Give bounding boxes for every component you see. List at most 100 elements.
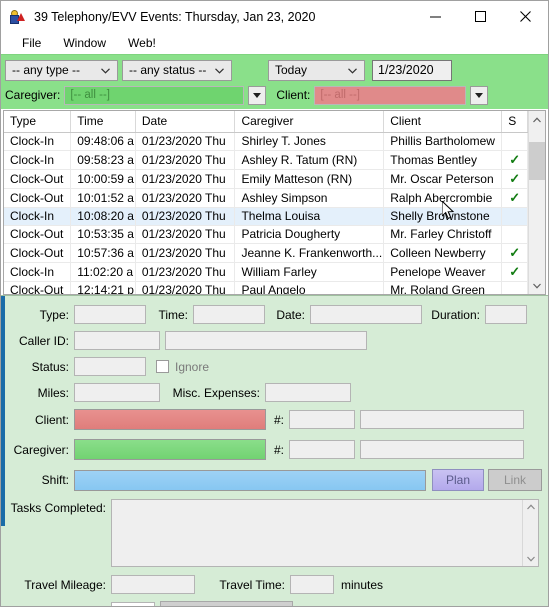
- travel-time-unit-label: minutes: [341, 577, 384, 592]
- caregiver-filter-label: Caregiver:: [5, 88, 61, 102]
- cell-caregiver: Shirley T. Jones: [234, 132, 385, 151]
- event-detail-panel: Type: Time: Date: Duration: Caller ID: S…: [1, 295, 548, 606]
- column-header-s[interactable]: S: [501, 111, 528, 133]
- date-field[interactable]: [310, 305, 422, 324]
- cell-client: Penelope Weaver: [383, 262, 503, 282]
- cell-status-check: [501, 225, 528, 244]
- cell-time: 11:02:20 a: [70, 262, 136, 282]
- menu-item-window[interactable]: Window: [52, 34, 117, 52]
- maximize-button[interactable]: [458, 1, 503, 32]
- cell-status-check: [501, 132, 528, 151]
- shift-field[interactable]: [74, 469, 426, 491]
- table-header-row: Type Time Date Caregiver Client S: [4, 111, 528, 133]
- menu-item-file[interactable]: File: [11, 34, 52, 52]
- column-header-client[interactable]: Client: [383, 111, 503, 133]
- panel-accent-edge: [1, 296, 5, 526]
- caregiver-field[interactable]: [74, 439, 266, 460]
- travel-time-field[interactable]: [290, 575, 334, 594]
- status-filter-combo[interactable]: -- any status --: [122, 59, 232, 81]
- voice-message-field[interactable]: [111, 601, 155, 606]
- caller-id-row: Caller ID:: [1, 331, 548, 350]
- cell-status-check: ✓: [501, 150, 528, 170]
- caller-id-field[interactable]: [74, 331, 160, 350]
- title-bar: 39 Telephony/EVV Events: Thursday, Jan 2…: [1, 1, 548, 32]
- cell-status-check: ✓: [501, 262, 528, 282]
- miles-field[interactable]: [74, 383, 160, 402]
- status-filter-value: -- any status --: [129, 63, 207, 77]
- caregiver-filter-dropdown-button[interactable]: [248, 85, 267, 105]
- date-range-combo[interactable]: Today: [268, 59, 365, 81]
- misc-expenses-field[interactable]: [265, 383, 351, 402]
- caregiver-filter-input[interactable]: [-- all --]: [64, 85, 245, 105]
- status-field[interactable]: [74, 357, 146, 376]
- tasks-scrollbar[interactable]: [522, 500, 538, 566]
- table-row[interactable]: Clock-In 09:48:06 a 01/23/2020 Thu Shirley …: [4, 132, 528, 151]
- misc-expenses-label: Misc. Expenses:: [172, 385, 260, 400]
- caregiver-number-field[interactable]: [289, 440, 355, 459]
- telephony-evv-events-window: 39 Telephony/EVV Events: Thursday, Jan 2…: [0, 0, 549, 607]
- type-label: Type:: [39, 307, 69, 322]
- shift-label: Shift:: [41, 473, 69, 487]
- cell-status-check: [501, 207, 528, 226]
- table-row[interactable]: Clock-In 10:08:20 a 01/23/2020 Thu Thelma L…: [4, 207, 528, 226]
- caregiver-number-label: #:: [273, 442, 284, 457]
- grid-vertical-scrollbar[interactable]: [528, 111, 545, 294]
- caregiver-label: Caregiver:: [13, 442, 69, 457]
- scroll-up-arrow-icon[interactable]: [526, 502, 535, 512]
- plan-button[interactable]: Plan: [432, 469, 484, 491]
- client-filter-dropdown-button[interactable]: [470, 85, 489, 105]
- minimize-button[interactable]: [413, 1, 458, 32]
- travel-time-label: Travel Time:: [219, 577, 285, 592]
- client-field[interactable]: [74, 409, 266, 430]
- travel-mileage-field[interactable]: [111, 575, 195, 594]
- caregiver-extra-field[interactable]: [360, 440, 524, 459]
- table-row[interactable]: Clock-Out 10:00:59 a 01/23/2020 Thu Emily M…: [4, 169, 528, 189]
- table-row[interactable]: Clock-Out 12:14:21 p 01/23/2020 Thu Paul An…: [4, 281, 528, 294]
- table-row[interactable]: Clock-Out 10:57:36 a 01/23/2020 Thu Jeanne …: [4, 243, 528, 263]
- scroll-down-arrow-icon[interactable]: [529, 277, 545, 294]
- table-row[interactable]: Clock-In 11:02:20 a 01/23/2020 Thu William …: [4, 262, 528, 282]
- duration-field[interactable]: [485, 305, 527, 324]
- time-field[interactable]: [193, 305, 265, 324]
- menu-item-web[interactable]: Web!: [117, 34, 167, 52]
- client-filter-input[interactable]: [-- all --]: [314, 85, 467, 105]
- column-header-time[interactable]: Time: [70, 111, 136, 133]
- caller-name-field[interactable]: [165, 331, 367, 350]
- close-button[interactable]: [503, 1, 548, 32]
- type-field[interactable]: [74, 305, 146, 324]
- listen-voicemessage-button[interactable]: Listen to Voicemessage: [160, 601, 293, 606]
- table-row[interactable]: Clock-Out 10:01:52 a 01/23/2020 Thu Ashley …: [4, 188, 528, 208]
- client-extra-field[interactable]: [360, 410, 524, 429]
- cell-time: 10:01:52 a: [70, 188, 136, 208]
- tasks-completed-field[interactable]: [111, 499, 539, 567]
- date-input[interactable]: 1/23/2020: [372, 59, 452, 81]
- column-header-caregiver[interactable]: Caregiver: [234, 111, 385, 133]
- type-filter-combo[interactable]: -- any type --: [5, 59, 118, 81]
- status-label: Status:: [31, 359, 69, 374]
- cell-caregiver: Ashley R. Tatum (RN): [234, 150, 385, 170]
- filter-toolbar: -- any type -- -- any status -- Today 1/…: [1, 54, 548, 109]
- ignore-checkbox[interactable]: [156, 360, 169, 373]
- table-row[interactable]: Clock-Out 10:53:35 a 01/23/2020 Thu Patrici…: [4, 225, 528, 244]
- miles-row: Miles: Misc. Expenses:: [1, 383, 548, 402]
- cell-type: Clock-Out: [4, 169, 72, 189]
- scrollbar-track[interactable]: [529, 128, 545, 277]
- tasks-completed-text: [112, 500, 522, 566]
- chevron-down-icon: [101, 63, 110, 77]
- table-row[interactable]: Clock-In 09:58:23 a 01/23/2020 Thu Ashley R…: [4, 150, 528, 170]
- app-icon: [10, 9, 26, 25]
- cell-date: 01/23/2020 Thu: [135, 132, 236, 151]
- client-number-field[interactable]: [289, 410, 355, 429]
- link-button[interactable]: Link: [488, 469, 542, 491]
- cell-time: 10:53:35 a: [70, 225, 136, 244]
- scroll-up-arrow-icon[interactable]: [529, 111, 545, 128]
- scrollbar-thumb[interactable]: [529, 142, 545, 180]
- cell-date: 01/23/2020 Thu: [135, 281, 236, 294]
- column-header-type[interactable]: Type: [4, 111, 72, 133]
- cell-client: Phillis Bartholomew: [383, 132, 503, 151]
- cell-time: 09:48:06 a: [70, 132, 136, 151]
- column-header-date[interactable]: Date: [135, 111, 236, 133]
- events-grid: Type Time Date Caregiver Client S Clock-…: [3, 110, 546, 295]
- tasks-completed-label: Tasks Completed:: [10, 501, 106, 515]
- scroll-down-arrow-icon[interactable]: [526, 554, 535, 564]
